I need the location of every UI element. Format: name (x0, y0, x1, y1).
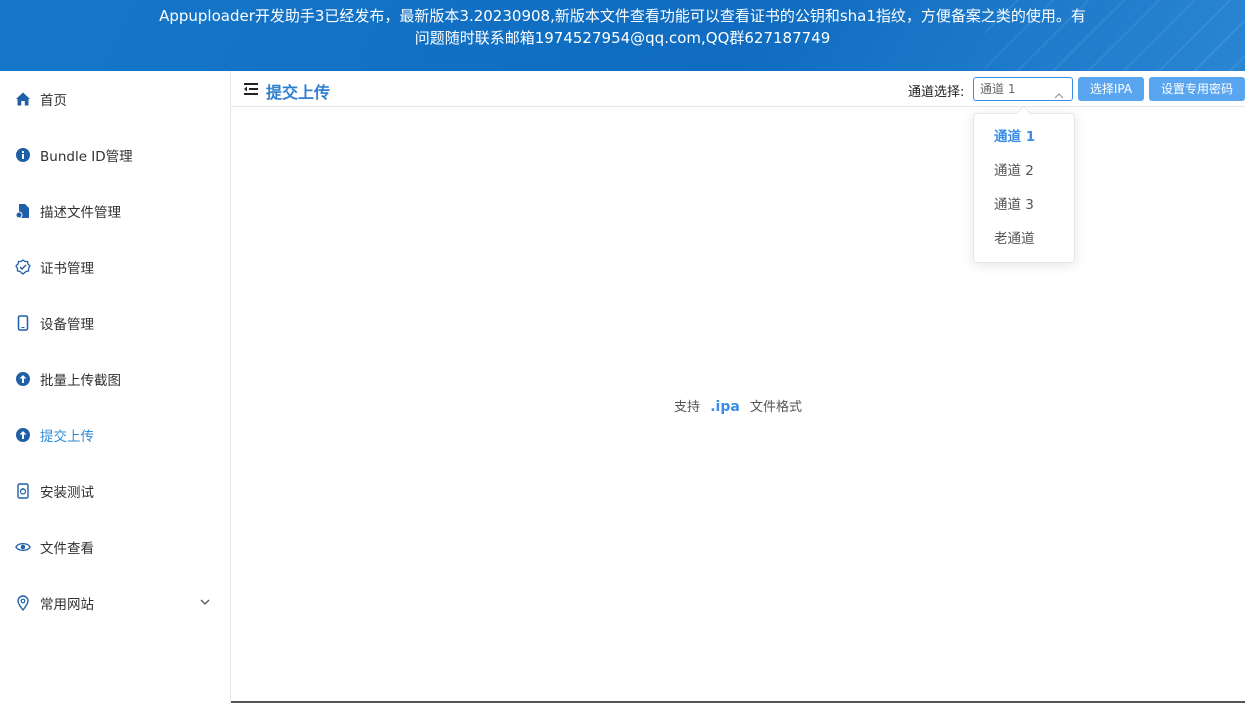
drop-hint-prefix: 支持 (674, 399, 701, 415)
sidebar-item-bundle-id[interactable]: Bundle ID管理 (0, 127, 230, 183)
sidebar-item-submit-upload[interactable]: 提交上传 (0, 407, 230, 463)
location-icon (15, 595, 31, 611)
chevron-down-icon[interactable] (200, 595, 210, 611)
sidebar-item-label: 批量上传截图 (40, 373, 121, 389)
content-header: 提交上传 通道选择: 通道 1 选择IPA 设置专用密码 (231, 71, 1245, 107)
sidebar: 首页 Bundle ID管理 描述文件管理 证书管理 设备管理 批量上传截图 提… (0, 71, 231, 703)
sidebar-item-common-sites[interactable]: 常用网站 (0, 575, 230, 631)
home-icon (15, 91, 31, 107)
upload-icon (15, 371, 31, 387)
sidebar-item-label: 提交上传 (40, 429, 94, 445)
set-password-button[interactable]: 设置专用密码 (1149, 77, 1245, 101)
sidebar-item-home[interactable]: 首页 (0, 71, 230, 127)
sidebar-item-certificates[interactable]: 证书管理 (0, 239, 230, 295)
upload-icon (15, 427, 31, 443)
channel-option[interactable]: 老通道 (974, 222, 1074, 256)
sidebar-item-profiles[interactable]: 描述文件管理 (0, 183, 230, 239)
info-icon (15, 147, 31, 163)
install-icon (15, 483, 31, 499)
drop-hint-suffix: 文件格式 (749, 399, 802, 415)
channel-select[interactable]: 通道 1 (973, 77, 1073, 101)
channel-option[interactable]: 通道 1 (974, 120, 1074, 154)
announcement-banner: Appuploader开发助手3已经发布，最新版本3.20230908,新版本文… (0, 0, 1245, 71)
channel-label: 通道选择: (908, 85, 965, 100)
ipa-drop-zone[interactable]: 支持 .ipa 文件格式 (231, 107, 1245, 703)
chevron-up-icon (1054, 85, 1064, 107)
sidebar-item-label: 安装测试 (40, 485, 94, 501)
page-title: 提交上传 (266, 83, 331, 102)
view-icon (15, 539, 31, 555)
drop-hint: 支持 .ipa 文件格式 (674, 396, 802, 415)
sidebar-item-label: 证书管理 (40, 261, 94, 277)
sidebar-item-label: 常用网站 (40, 597, 94, 613)
drop-hint-extension: .ipa (710, 398, 740, 415)
select-ipa-button[interactable]: 选择IPA (1078, 77, 1144, 101)
sidebar-item-file-viewer[interactable]: 文件查看 (0, 519, 230, 575)
sidebar-item-label: 文件查看 (40, 541, 94, 557)
channel-select-value: 通道 1 (980, 82, 1016, 96)
menu-fold-icon[interactable] (243, 81, 259, 97)
channel-option[interactable]: 通道 3 (974, 188, 1074, 222)
certificate-icon (15, 259, 31, 275)
sidebar-item-label: 首页 (40, 93, 67, 109)
channel-option[interactable]: 通道 2 (974, 154, 1074, 188)
banner-message: Appuploader开发助手3已经发布，最新版本3.20230908,新版本文… (159, 7, 1086, 47)
file-icon (15, 203, 31, 219)
sidebar-item-batch-screenshots[interactable]: 批量上传截图 (0, 351, 230, 407)
phone-icon (15, 315, 31, 331)
sidebar-item-devices[interactable]: 设备管理 (0, 295, 230, 351)
sidebar-item-install-test[interactable]: 安装测试 (0, 463, 230, 519)
sidebar-item-label: 设备管理 (40, 317, 94, 333)
channel-dropdown: 通道 1 通道 2 通道 3 老通道 (973, 113, 1075, 263)
sidebar-item-label: Bundle ID管理 (40, 149, 133, 165)
sidebar-item-label: 描述文件管理 (40, 205, 121, 221)
